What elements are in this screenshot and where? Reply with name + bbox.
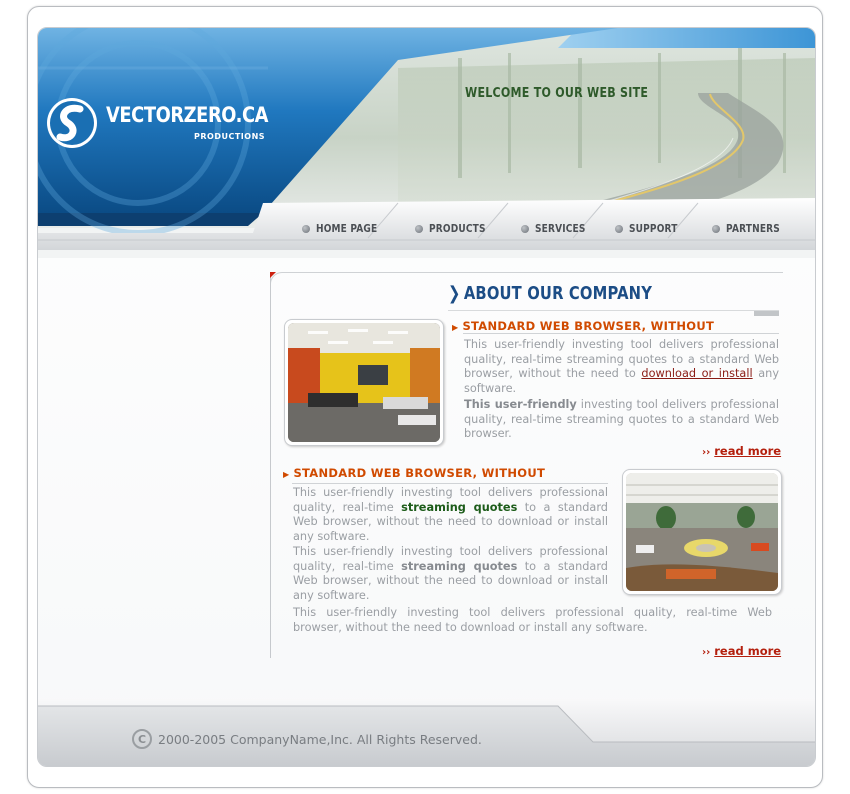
block1-heading: ▶ STANDARD WEB BROWSER, WITHOUT (452, 319, 714, 333)
block1-paragraph-2: This user-friendly investing tool delive… (464, 398, 779, 442)
block2-heading-text: STANDARD WEB BROWSER, WITHOUT (293, 466, 546, 480)
office-image (288, 323, 440, 442)
title-underline-accent (754, 311, 779, 316)
triangle-bullet-icon: ▶ (283, 470, 290, 479)
nav-bullet-icon (712, 224, 720, 233)
nav-products-label: PRODUCTS (429, 222, 486, 235)
download-install-link[interactable]: download or install (641, 367, 752, 380)
nav-services-label: SERVICES (535, 222, 586, 235)
block1-heading-rule (463, 333, 779, 334)
nav-partners[interactable]: PARTNERS (712, 222, 792, 235)
copyright-text: 2000-2005 CompanyName,Inc. All Rights Re… (158, 731, 482, 747)
nav-products[interactable]: PRODUCTS (415, 222, 498, 235)
nav-support[interactable]: SUPPORT (615, 222, 688, 235)
office-photo (284, 319, 444, 446)
showroom-image (626, 473, 778, 591)
logo-subtitle: PRODUCTIONS (194, 132, 266, 141)
site-logo[interactable]: VECTORZERO.CA PRODUCTIONS (44, 95, 284, 155)
block2-paragraph-2: This user-friendly investing tool delive… (293, 545, 608, 603)
main-nav: HOME PAGE PRODUCTS SERVICES SUPPORT PART… (238, 204, 815, 254)
block2-paragraph-3: This user-friendly investing tool delive… (293, 606, 772, 634)
block2-heading-rule (292, 483, 608, 484)
block1-read-more-label: read more (714, 444, 782, 458)
section-title: ❯ ABOUT OUR COMPANY (448, 283, 652, 304)
nav-bullet-icon (615, 224, 623, 233)
streaming-quotes-highlight: streaming quotes (401, 500, 518, 514)
showroom-photo (622, 469, 782, 595)
nav-home[interactable]: HOME PAGE (302, 222, 391, 235)
block2-paragraph-1: This user-friendly investing tool delive… (293, 486, 608, 544)
block2-read-more-label: read more (714, 644, 782, 658)
block1-p2-bold: This user-friendly (464, 398, 577, 411)
block1-paragraph-1: This user-friendly investing tool delive… (464, 338, 779, 396)
nav-bullet-icon (521, 224, 529, 233)
block2-read-more[interactable]: ›› read more (702, 644, 781, 658)
chevron-right-icon: ❯ (448, 283, 461, 304)
nav-home-label: HOME PAGE (316, 222, 378, 235)
title-underline (448, 310, 779, 311)
block1-heading-text: STANDARD WEB BROWSER, WITHOUT (462, 319, 715, 333)
logo-title: VECTORZERO.CA (106, 103, 269, 127)
nav-support-label: SUPPORT (629, 222, 678, 235)
block2-heading: ▶ STANDARD WEB BROWSER, WITHOUT (283, 466, 545, 480)
copyright-icon: C (132, 729, 152, 749)
nav-bullet-icon (302, 224, 310, 233)
triangle-bullet-icon: ▶ (452, 323, 459, 332)
nav-bullet-icon (415, 224, 423, 233)
logo-swirl-icon (47, 98, 97, 148)
copyright: C 2000-2005 CompanyName,Inc. All Rights … (132, 729, 482, 749)
header: VECTORZERO.CA PRODUCTIONS WELCOME TO OUR… (38, 28, 815, 258)
block2-p2-bold: streaming quotes (401, 559, 518, 573)
page-container: VECTORZERO.CA PRODUCTIONS WELCOME TO OUR… (37, 27, 816, 767)
double-chevron-icon: ›› (702, 647, 711, 658)
section-title-text: ABOUT OUR COMPANY (463, 283, 653, 304)
corner-accent (270, 272, 276, 278)
block1-read-more[interactable]: ›› read more (702, 444, 781, 458)
nav-services[interactable]: SERVICES (521, 222, 597, 235)
double-chevron-icon: ›› (702, 447, 711, 458)
welcome-heading: WELCOME TO OUR WEB SITE (465, 86, 649, 101)
nav-partners-label: PARTNERS (726, 222, 780, 235)
